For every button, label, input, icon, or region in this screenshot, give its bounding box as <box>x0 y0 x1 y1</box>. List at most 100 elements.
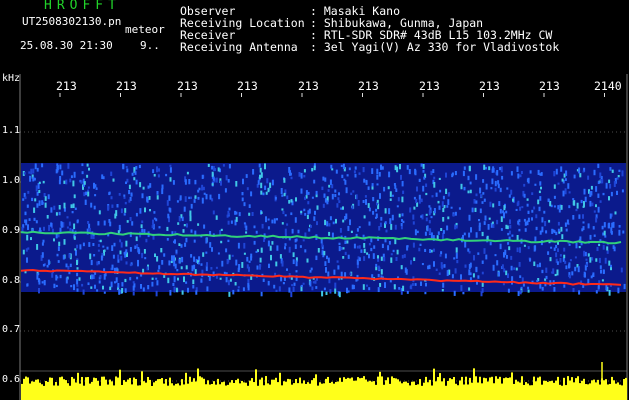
noise-speck <box>515 267 518 271</box>
signal-bar <box>51 377 53 400</box>
noise-speck <box>599 265 602 269</box>
noise-speck <box>124 201 127 205</box>
noise-speck <box>539 196 542 201</box>
noise-speck <box>472 273 475 278</box>
noise-speck <box>141 228 144 233</box>
noise-speck <box>290 176 293 180</box>
noise-speck <box>286 223 289 226</box>
noise-speck <box>481 231 484 237</box>
noise-speck <box>74 248 77 251</box>
signal-bar <box>203 378 205 400</box>
noise-speck <box>504 249 507 256</box>
signal-bar <box>307 382 309 400</box>
signal-bar <box>23 378 25 400</box>
noise-speck <box>96 289 99 292</box>
noise-speck <box>492 166 495 172</box>
noise-speck <box>344 180 347 185</box>
noise-speck <box>205 237 208 244</box>
noise-speck <box>440 228 443 231</box>
noise-speck <box>455 247 458 253</box>
noise-speck <box>617 175 620 178</box>
signal-bar <box>613 380 615 400</box>
noise-speck <box>123 213 126 216</box>
noise-speck <box>580 199 583 204</box>
noise-speck <box>166 200 169 206</box>
noise-speck <box>173 276 176 283</box>
noise-speck <box>421 263 424 266</box>
noise-speck <box>612 221 615 228</box>
noise-speck <box>50 207 53 213</box>
signal-bar <box>565 385 567 400</box>
noise-speck <box>192 285 195 289</box>
noise-speck <box>398 287 401 290</box>
noise-speck <box>510 265 513 271</box>
noise-speck <box>507 273 509 278</box>
noise-speck <box>124 288 127 293</box>
noise-speck <box>234 282 237 286</box>
noise-speck <box>120 208 123 214</box>
noise-speck <box>506 187 509 190</box>
noise-speck <box>342 219 345 223</box>
noise-speck <box>505 270 508 276</box>
noise-speck <box>433 208 436 214</box>
noise-speck <box>167 277 170 284</box>
noise-speck <box>69 228 72 232</box>
noise-speck <box>290 212 293 216</box>
noise-speck <box>572 200 575 206</box>
noise-speck <box>76 244 79 249</box>
noise-speck <box>97 221 100 226</box>
noise-speck <box>93 254 96 257</box>
signal-bar <box>33 381 35 400</box>
noise-speck <box>185 281 188 284</box>
noise-speck <box>172 180 175 185</box>
noise-speck <box>156 195 159 200</box>
noise-speck <box>610 264 612 268</box>
noise-speck <box>336 260 339 263</box>
noise-speck <box>451 274 454 279</box>
noise-speck <box>569 259 572 262</box>
noise-speck <box>43 280 46 286</box>
noise-speck <box>300 284 303 287</box>
noise-speck <box>81 163 84 167</box>
noise-speck <box>396 249 399 255</box>
noise-speck <box>228 291 231 297</box>
noise-speck <box>556 269 559 276</box>
noise-speck <box>401 254 404 259</box>
noise-speck <box>186 223 188 228</box>
noise-speck <box>364 195 367 198</box>
signal-bar <box>99 385 101 400</box>
noise-speck <box>187 287 189 293</box>
noise-speck <box>331 193 334 200</box>
noise-speck <box>442 230 445 234</box>
noise-speck <box>483 248 486 254</box>
noise-speck <box>418 194 421 200</box>
noise-speck <box>384 208 387 214</box>
noise-speck <box>290 277 293 280</box>
noise-speck <box>557 182 560 185</box>
noise-speck <box>222 164 225 167</box>
noise-speck <box>503 268 506 273</box>
noise-speck <box>220 228 223 231</box>
noise-speck <box>76 267 79 270</box>
noise-speck <box>303 208 306 212</box>
noise-speck <box>424 231 427 236</box>
noise-speck <box>478 219 480 222</box>
signal-bar <box>463 384 465 400</box>
signal-bar <box>167 385 169 400</box>
noise-speck <box>491 178 494 185</box>
noise-speck <box>391 214 394 221</box>
noise-speck <box>563 247 566 252</box>
noise-speck <box>281 208 284 211</box>
noise-speck <box>563 254 566 259</box>
noise-speck <box>440 251 443 255</box>
noise-speck <box>257 180 260 185</box>
noise-speck <box>349 272 352 276</box>
noise-speck <box>462 292 465 295</box>
signal-bar <box>405 381 407 400</box>
signal-bar <box>597 379 599 400</box>
signal-bar <box>473 368 475 400</box>
noise-speck <box>479 208 482 214</box>
noise-speck <box>354 166 357 170</box>
noise-speck <box>188 179 191 185</box>
noise-speck <box>156 256 159 262</box>
